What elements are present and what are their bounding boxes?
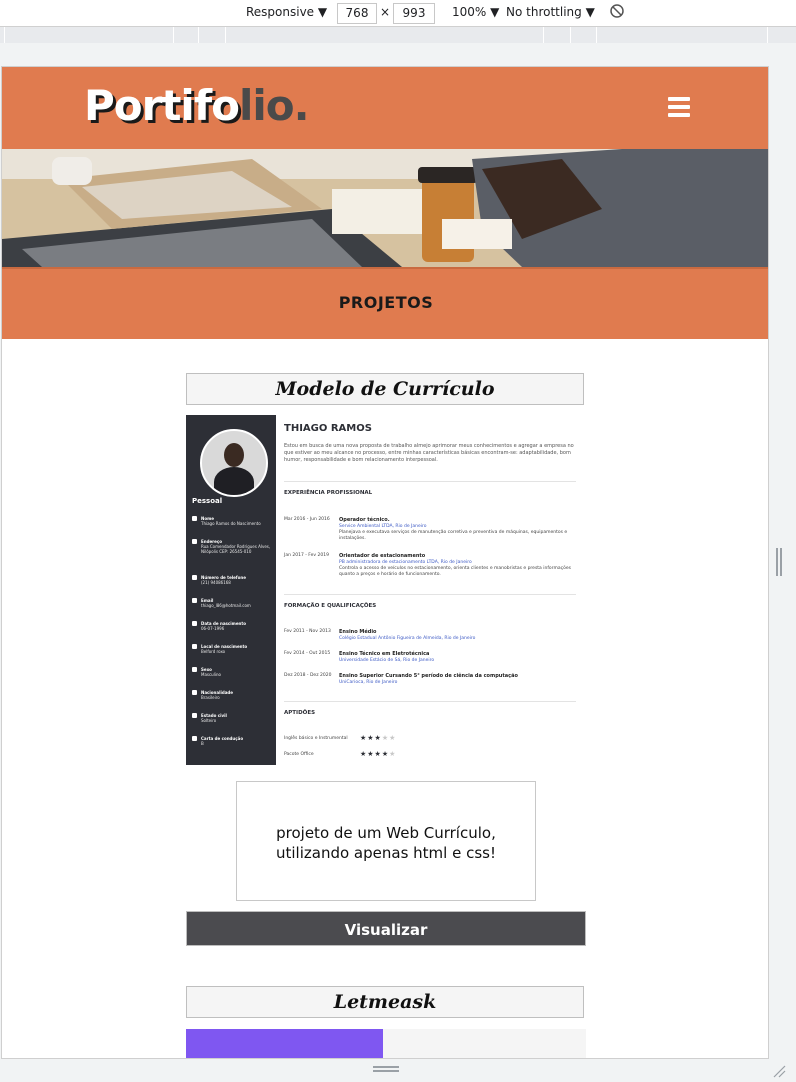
hero-image xyxy=(2,149,768,267)
resume-name: THIAGO RAMOS xyxy=(284,423,372,434)
project-title-letmeask: Letmeask xyxy=(186,986,584,1018)
height-input[interactable]: 993 xyxy=(393,3,435,24)
corner-resize-icon[interactable] xyxy=(772,1063,786,1078)
calendar-icon xyxy=(192,621,197,626)
device-select-label: Responsive xyxy=(246,5,315,19)
home-icon xyxy=(192,539,197,544)
resume-side-item: Endereço Rua Comendador Rodrigues Alves, … xyxy=(192,539,272,554)
person-icon xyxy=(192,516,197,521)
phone-icon xyxy=(192,575,197,580)
logo-text-accent: lio. xyxy=(238,81,310,130)
media-query-ruler[interactable] xyxy=(0,27,796,43)
resume-intro: Estou em busca de uma nova proposta de t… xyxy=(284,443,574,463)
resume-side-item: Sexo Masculino xyxy=(192,667,221,677)
resume-skill-row: Pacote Office ★★★★★ xyxy=(284,750,397,758)
resume-side-item: Número de telefone (21) 94086168 xyxy=(192,575,246,585)
logo-text-main: Portifo xyxy=(84,81,240,130)
site-header: Portifolio. xyxy=(2,67,768,149)
resume-side-item: Carta de condução B xyxy=(192,736,243,746)
device-select[interactable]: Responsive ▼ xyxy=(246,5,327,19)
rotate-icon[interactable] xyxy=(609,3,625,22)
gender-icon xyxy=(192,667,197,672)
resume-main: THIAGO RAMOS Estou em busca de uma nova … xyxy=(284,415,578,765)
letmeask-preview-image[interactable] xyxy=(186,1029,586,1058)
email-icon xyxy=(192,598,197,603)
dimension-separator: × xyxy=(380,5,391,19)
resume-section-title: FORMAÇÃO E QUALIFICAÇÕES xyxy=(284,603,377,609)
resume-sidebar-title: Pessoal xyxy=(192,497,223,505)
resume-sidebar: Pessoal Nome Thiago Ramos do Nascimento E… xyxy=(186,415,276,765)
resume-side-item: Local de nascimento Belford roxo xyxy=(192,644,247,654)
width-resize-handle[interactable] xyxy=(776,548,782,576)
hamburger-menu-icon[interactable] xyxy=(668,97,690,117)
resume-side-item: Nacionalidade Brasileiro xyxy=(192,690,233,700)
right-resize-strip xyxy=(769,43,796,1079)
resume-side-item: Estado civil Solteiro xyxy=(192,713,227,723)
site-logo[interactable]: Portifolio. xyxy=(84,81,310,130)
view-project-button[interactable]: Visualizar xyxy=(186,911,586,946)
projects-section-title: PROJETOS xyxy=(338,293,434,312)
project-description: projeto de um Web Currículo, utilizando a… xyxy=(276,824,496,862)
resume-side-item: Email thiago_l86@hotmail.com xyxy=(192,598,251,608)
resume-skill-row: Inglês básico e Instrumental ★★★★★ xyxy=(284,734,397,742)
resume-side-item: Nome Thiago Ramos do Nascimento xyxy=(192,516,261,526)
resume-preview-image[interactable]: Pessoal Nome Thiago Ramos do Nascimento E… xyxy=(186,415,582,765)
resume-section-title: APTIDÕES xyxy=(284,710,316,716)
resume-section-title: EXPERIÊNCIA PROFISSIONAL xyxy=(284,490,373,496)
ruler-gutter xyxy=(0,43,796,66)
projects-section-header: PROJETOS xyxy=(2,267,768,339)
throttling-select-label: No throttling xyxy=(506,5,582,19)
couple-icon xyxy=(192,713,197,718)
car-icon xyxy=(192,736,197,741)
project-description-card: projeto de um Web Currículo, utilizando a… xyxy=(236,781,536,901)
avatar xyxy=(200,429,268,497)
rating-stars-icon: ★★★★★ xyxy=(360,734,397,742)
page-viewport: Portifolio. PROJETOS Modelo de Currículo… xyxy=(1,66,769,1059)
resume-side-item: Data de nascimento 06-07-1996 xyxy=(192,621,246,631)
location-icon xyxy=(192,644,197,649)
zoom-select[interactable]: 100% ▼ xyxy=(452,5,499,19)
throttling-select[interactable]: No throttling ▼ xyxy=(506,5,595,19)
devtools-device-toolbar: Responsive ▼ 768 × 993 100% ▼ No throttl… xyxy=(0,0,796,27)
height-resize-handle[interactable] xyxy=(373,1066,399,1072)
flag-icon xyxy=(192,690,197,695)
rating-stars-icon: ★★★★★ xyxy=(360,750,397,758)
width-input[interactable]: 768 xyxy=(337,3,377,24)
zoom-select-label: 100% xyxy=(452,5,487,19)
project-title-resume: Modelo de Currículo xyxy=(186,373,584,405)
